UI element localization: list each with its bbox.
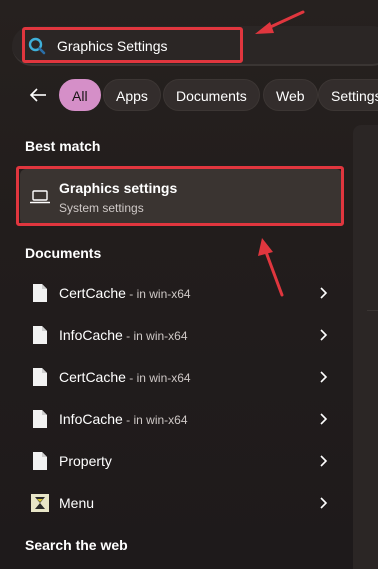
annotation-arrow-top (255, 10, 305, 34)
annotation-arrow-bottom (258, 238, 284, 297)
annotation-arrows (255, 10, 305, 297)
